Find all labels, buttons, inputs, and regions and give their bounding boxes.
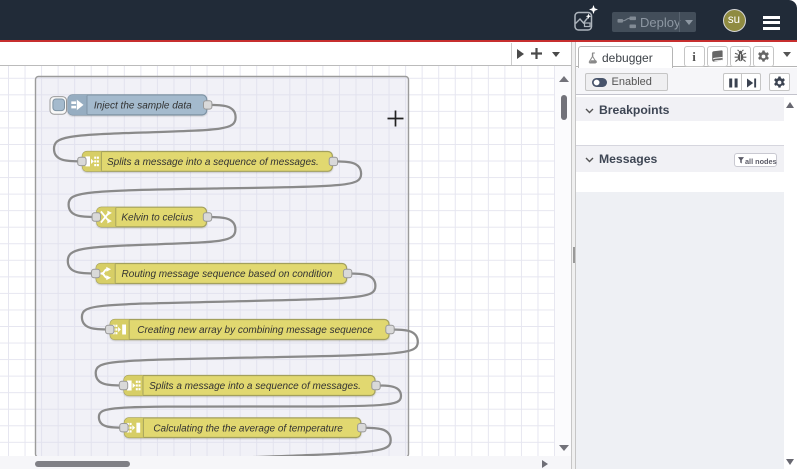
svg-text:Splits a message into a sequen: Splits a message into a sequence of mess… <box>149 381 361 392</box>
svg-text:Splits a message into a sequen: Splits a message into a sequence of mess… <box>107 157 319 168</box>
svg-text:Kelvin to celcius: Kelvin to celcius <box>121 212 193 223</box>
svg-text:Routing message sequence based: Routing message sequence based on condit… <box>122 269 333 280</box>
svg-text:Inject the sample data: Inject the sample data <box>94 100 192 111</box>
svg-text:Creating new array by combinin: Creating new array by combining message … <box>137 325 373 336</box>
svg-text:Calculating the the average of: Calculating the the average of temperatu… <box>153 423 343 434</box>
